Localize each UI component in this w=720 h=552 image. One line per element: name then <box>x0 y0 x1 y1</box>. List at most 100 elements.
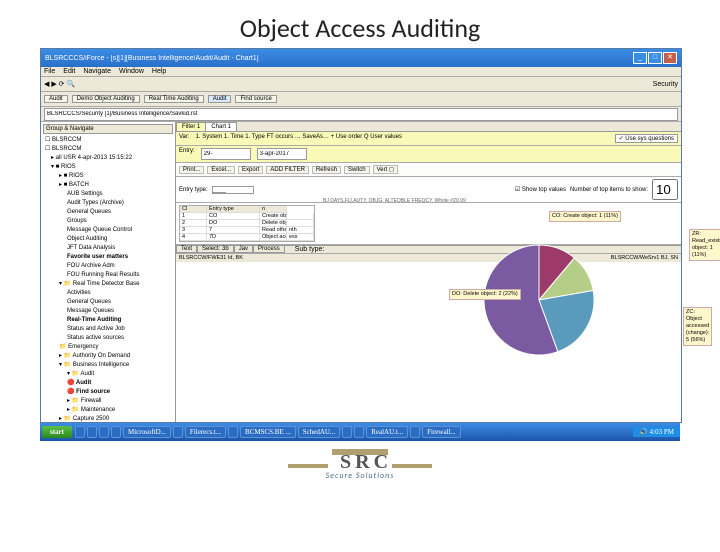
tree-header: Group & Navigate <box>43 124 173 134</box>
inner-tab[interactable]: Chart 1 <box>205 122 237 131</box>
tree-item[interactable]: ▾ 📁 Business Intelligence <box>43 361 173 370</box>
window-controls: _ □ ✕ <box>633 52 677 64</box>
entry-type-box[interactable]: ____ <box>212 186 254 194</box>
tree-item[interactable]: Message Queues <box>43 307 173 316</box>
nav-buttons[interactable]: ◀ ▶ ⟳ 🔍 <box>44 80 75 88</box>
table-row[interactable]: 1COCreate obj <box>180 213 314 220</box>
tree-item[interactable]: Message Queue Control <box>43 226 173 235</box>
taskbar-item[interactable] <box>87 426 97 438</box>
tree-item[interactable]: ▸ 📁 Capture 2500 <box>43 415 173 422</box>
tree-item[interactable]: General Queues <box>43 208 173 217</box>
date-to-input[interactable] <box>257 148 307 160</box>
tree-item[interactable]: General Queues <box>43 298 173 307</box>
tree-item[interactable]: Activities <box>43 289 173 298</box>
document-tab[interactable]: Find source <box>235 95 276 103</box>
taskbar-item[interactable] <box>111 426 121 438</box>
bottom-tab[interactable]: Text <box>176 246 197 253</box>
inner-tab[interactable]: Filter 1 <box>176 122 206 131</box>
taskbar-item[interactable] <box>99 426 109 438</box>
taskbar-item[interactable]: BCMSCS.BE ... <box>240 426 296 438</box>
tree-item[interactable]: FOU Archive Adm <box>43 262 173 271</box>
tree-item[interactable]: 📁 Emergency <box>43 343 173 352</box>
status-right: BLSRCCW/WeSrv1 BJ, SN <box>611 255 678 261</box>
tree-item[interactable]: Status and Active Job <box>43 325 173 334</box>
tree-item[interactable]: ▾ ■ RIOS <box>43 163 173 172</box>
tree-item[interactable]: ▾ 📁 Real Time Detector Base <box>43 280 173 289</box>
application-window: BLSRCCCS/iForce - [s][1][Business Intell… <box>40 48 682 423</box>
table-row[interactable]: 47DObject access <box>180 234 314 241</box>
nav-toolbar: ◀ ▶ ⟳ 🔍 Security <box>41 77 681 92</box>
menu-edit[interactable]: Edit <box>63 68 75 75</box>
ribbon-button[interactable]: ADD FILTER <box>266 166 309 174</box>
ribbon-button[interactable]: Excel... <box>207 166 235 174</box>
tree-item[interactable]: 🔴 Find source <box>43 388 173 397</box>
document-tab[interactable]: Audit <box>44 95 68 103</box>
ribbon-button[interactable]: Export <box>238 166 263 174</box>
num-top-input[interactable] <box>652 179 678 200</box>
query-params-row: Var: 1. System 1. Time 1. Type FT occurs… <box>176 132 681 146</box>
tree-item[interactable]: Favorite user matters <box>43 253 173 262</box>
tree-item[interactable]: ☐ BLSRCCM <box>43 136 173 145</box>
taskbar-item[interactable] <box>410 426 420 438</box>
chart-callout: ZR: Read_existing object: 1 (11%) <box>689 229 720 261</box>
ribbon-button[interactable]: Vert ◻ <box>373 165 398 174</box>
use-sys-btn[interactable]: ✓ Use sys questions <box>615 134 678 143</box>
close-button[interactable]: ✕ <box>663 52 677 64</box>
taskbar-item[interactable]: SchedAU... <box>298 426 340 438</box>
taskbar-item[interactable] <box>228 426 238 438</box>
menu-window[interactable]: Window <box>119 68 144 75</box>
taskbar-item[interactable] <box>342 426 352 438</box>
tree-item[interactable]: AUB Settings <box>43 190 173 199</box>
menu-navigate[interactable]: Navigate <box>83 68 111 75</box>
query-options[interactable]: 1. System 1. Time 1. Type FT occurs … Sa… <box>196 134 609 143</box>
start-button[interactable]: start <box>42 426 72 438</box>
table-row[interactable]: 37Read othernth <box>180 227 314 234</box>
window-titlebar[interactable]: BLSRCCCS/iForce - [s][1][Business Intell… <box>41 49 681 67</box>
date-from-input[interactable] <box>201 148 251 160</box>
taskbar-item[interactable] <box>354 426 364 438</box>
maximize-button[interactable]: □ <box>648 52 662 64</box>
tree-item[interactable]: ▾ 📁 Audit <box>43 370 173 379</box>
tree-item[interactable]: ▸ ■ BATCH <box>43 181 173 190</box>
taskbar-item[interactable]: MicrosoftD... <box>123 426 171 438</box>
tree-item[interactable]: Object Auditing <box>43 235 173 244</box>
document-tab[interactable]: Real Time Auditing <box>144 95 204 103</box>
show-top-checkbox[interactable]: ☑ Show top values <box>515 186 566 193</box>
bottom-tab[interactable]: Select: 3b <box>197 246 234 253</box>
system-tray[interactable]: 🔊 4:03 PM <box>633 427 680 437</box>
tree-item[interactable]: ▸ 📁 Maintenance <box>43 406 173 415</box>
tree-item[interactable]: Audit Types (Archive) <box>43 199 173 208</box>
tree-item[interactable]: ▸ all USR 4-apr-2013 15:15:22 <box>43 154 173 163</box>
menu-file[interactable]: File <box>44 68 55 75</box>
taskbar-item[interactable]: Firewall... <box>422 426 461 438</box>
security-indicator: Security <box>653 81 678 88</box>
tree-item[interactable]: ▸ 📁 Firewall <box>43 397 173 406</box>
table-row[interactable]: 2DODelete obj <box>180 220 314 227</box>
taskbar-item[interactable] <box>75 426 85 438</box>
tree-item[interactable]: ▸ 📁 Authority On Demand <box>43 352 173 361</box>
tree-item[interactable]: Real-Time Auditing <box>43 316 173 325</box>
taskbar-item[interactable] <box>173 426 183 438</box>
tree-item[interactable]: ▸ ■ RIOS <box>43 172 173 181</box>
taskbar-item[interactable]: RealAU.t... <box>366 426 408 438</box>
tree-item[interactable]: 🔴 Audit <box>43 379 173 388</box>
taskbar-item[interactable]: Filerecs.t... <box>185 426 226 438</box>
tree-item[interactable]: ☐ BLSRCCM <box>43 145 173 154</box>
ribbon-button[interactable]: Refresh <box>312 166 341 174</box>
tree-item[interactable]: FOU Running Real Results <box>43 271 173 280</box>
tree-item[interactable]: Status active sources <box>43 334 173 343</box>
document-tab[interactable]: Audit <box>208 95 232 103</box>
tree-item[interactable]: Groups <box>43 217 173 226</box>
menu-help[interactable]: Help <box>152 68 166 75</box>
ribbon-button[interactable]: Switch <box>344 166 370 174</box>
tree-item[interactable]: JFT Data Analysis <box>43 244 173 253</box>
minimize-button[interactable]: _ <box>633 52 647 64</box>
bottom-tab[interactable]: Jav <box>234 246 253 253</box>
path-field[interactable] <box>44 108 678 121</box>
tree-list[interactable]: ☐ BLSRCCM☐ BLSRCCM▸ all USR 4-apr-2013 1… <box>43 136 173 422</box>
bottom-tab[interactable]: Process <box>253 246 285 253</box>
document-tab[interactable]: Demo Object Auditing <box>72 95 140 103</box>
ribbon-button[interactable]: Print... <box>179 166 204 174</box>
logo-subtitle: Secure Solutions <box>0 471 720 481</box>
data-grid[interactable]: ClEntry typen1COCreate obj2DODelete obj3… <box>179 205 315 242</box>
